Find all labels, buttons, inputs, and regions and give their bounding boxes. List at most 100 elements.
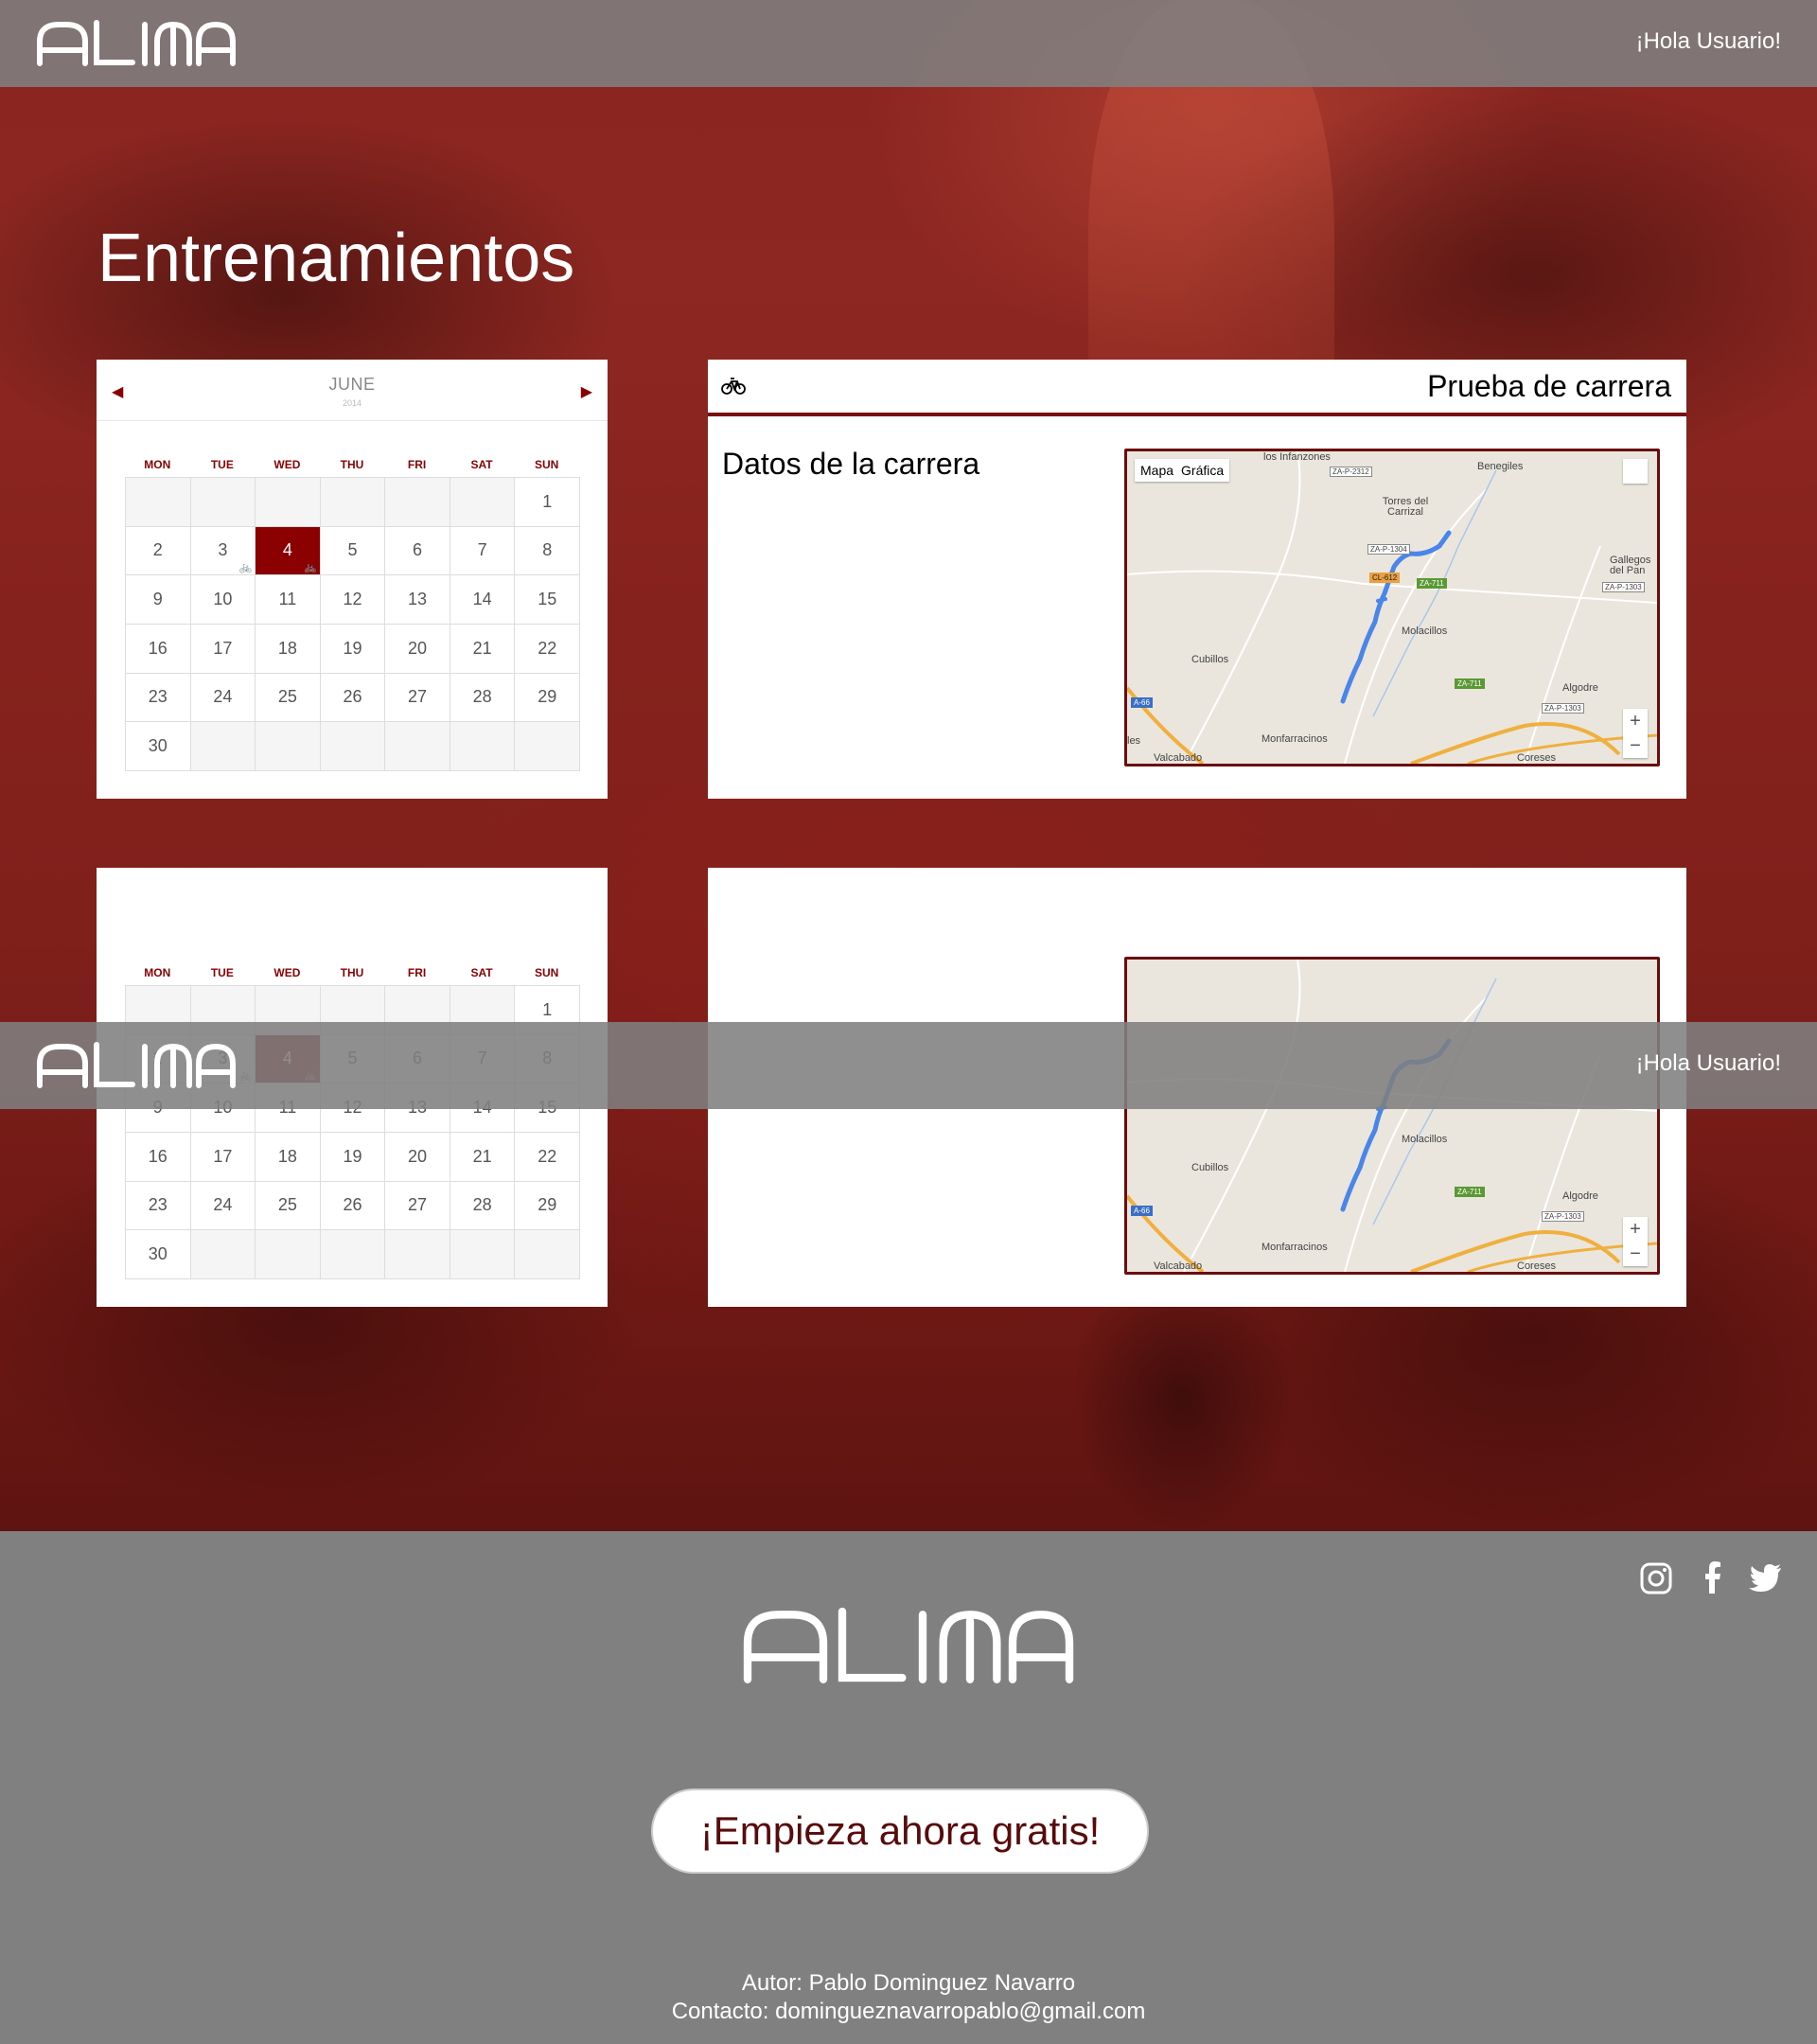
calendar-empty-cell xyxy=(256,722,321,771)
calendar-day[interactable]: 1 xyxy=(515,478,580,527)
calendar-day[interactable]: 25 xyxy=(256,1181,321,1231)
calendar-day[interactable]: 22 xyxy=(515,1133,580,1182)
race-card: Prueba de carrera Datos de la carrera Ma… xyxy=(708,360,1686,799)
alma-logo[interactable] xyxy=(34,19,238,66)
calendar-day[interactable]: 10 xyxy=(190,575,256,625)
training-calendar: ◀ JUNE 2014 ▶ MON TUE WED THU FRI SAT SU… xyxy=(97,360,608,799)
calendar-day[interactable]: 30 xyxy=(126,1230,191,1279)
calendar-day[interactable]: 15 xyxy=(515,575,580,625)
calendar-empty-cell xyxy=(450,1230,516,1279)
weekday-label: FRI xyxy=(407,966,427,979)
calendar-day[interactable]: 24 xyxy=(190,673,256,723)
zoom-out-button[interactable]: − xyxy=(1623,1242,1648,1266)
calendar-day[interactable]: 30 xyxy=(126,722,191,771)
calendar-day[interactable]: 3🚲 xyxy=(190,526,256,576)
calendar-day[interactable]: 28 xyxy=(450,673,516,723)
zoom-in-button[interactable]: + xyxy=(1623,1217,1648,1242)
weekday-label: SUN xyxy=(534,458,559,471)
calendar-empty-cell xyxy=(450,478,516,527)
calendar-day[interactable]: 19 xyxy=(320,1133,386,1182)
calendar-day[interactable]: 21 xyxy=(450,1133,516,1182)
calendar-day[interactable]: 24 xyxy=(190,1181,256,1231)
map-place-label: Coreses xyxy=(1517,752,1556,764)
greeting-link[interactable]: ¡Hola Usuario! xyxy=(1636,1050,1781,1077)
weekday-label: TUE xyxy=(210,966,234,979)
start-free-button[interactable]: ¡Empieza ahora gratis! xyxy=(651,1788,1149,1874)
calendar-header: ◀ JUNE 2014 ▶ xyxy=(97,360,608,421)
calendar-empty-cell xyxy=(320,1230,386,1279)
calendar-day[interactable]: 26 xyxy=(320,673,386,723)
zoom-out-button[interactable]: − xyxy=(1623,733,1648,758)
chart-tab[interactable]: Gráfica xyxy=(1181,463,1224,478)
calendar-day-selected[interactable]: 4🚲 xyxy=(256,526,321,576)
calendar-day[interactable]: 7 xyxy=(450,526,516,576)
map-road-label: ZA-P-1304 xyxy=(1367,544,1410,555)
calendar-month: JUNE xyxy=(328,375,376,394)
calendar-day[interactable]: 5 xyxy=(320,526,386,576)
route-map[interactable]: Mapa Gráfica + − los Infanzones Benegile… xyxy=(1124,449,1660,766)
calendar-day[interactable]: 23 xyxy=(126,1181,191,1231)
calendar-empty-cell xyxy=(450,722,516,771)
footer-alma-logo[interactable] xyxy=(738,1605,1079,1684)
facebook-icon[interactable] xyxy=(1694,1559,1732,1597)
top-navbar: ¡Hola Usuario! xyxy=(0,0,1817,87)
calendar-day[interactable]: 16 xyxy=(126,625,191,674)
twitter-icon[interactable] xyxy=(1747,1559,1785,1597)
calendar-day[interactable]: 22 xyxy=(515,625,580,674)
calendar-day[interactable]: 27 xyxy=(385,1181,450,1231)
calendar-day[interactable]: 8 xyxy=(515,526,580,576)
map-tab[interactable]: Mapa xyxy=(1140,463,1173,478)
map-place-label: Cubillos xyxy=(1191,654,1229,665)
instagram-icon[interactable] xyxy=(1637,1559,1675,1597)
calendar-day[interactable]: 21 xyxy=(450,625,516,674)
calendar-day[interactable]: 14 xyxy=(450,575,516,625)
day-number: 3 xyxy=(218,540,228,560)
greeting-link[interactable]: ¡Hola Usuario! xyxy=(1636,28,1781,55)
footer: ¡Empieza ahora gratis! Autor: Pablo Domi… xyxy=(0,1531,1817,2044)
calendar-day[interactable]: 9 xyxy=(126,575,191,625)
map-road-label: A-66 xyxy=(1131,1206,1153,1216)
footer-contact[interactable]: Contacto: domingueznavarropablo@gmail.co… xyxy=(0,1999,1817,2025)
weekday-label: MON xyxy=(144,966,171,979)
fullscreen-icon[interactable] xyxy=(1623,459,1648,484)
calendar-day[interactable]: 2 xyxy=(126,526,191,576)
next-month-arrow-icon[interactable]: ▶ xyxy=(581,382,592,401)
calendar-day[interactable]: 27 xyxy=(385,673,450,723)
calendar-day[interactable]: 11 xyxy=(256,575,321,625)
calendar-day[interactable]: 20 xyxy=(385,625,450,674)
calendar-day[interactable]: 28 xyxy=(450,1181,516,1231)
calendar-day[interactable]: 13 xyxy=(385,575,450,625)
calendar-day[interactable]: 20 xyxy=(385,1133,450,1182)
calendar-day[interactable]: 17 xyxy=(190,625,256,674)
calendar-day[interactable]: 18 xyxy=(256,625,321,674)
calendar-day[interactable]: 6 xyxy=(385,526,450,576)
zoom-in-button[interactable]: + xyxy=(1623,709,1648,733)
calendar-empty-cell xyxy=(190,722,256,771)
calendar-empty-cell xyxy=(320,478,386,527)
calendar-day[interactable]: 29 xyxy=(515,673,580,723)
weekday-label: THU xyxy=(340,966,364,979)
calendar-day[interactable]: 25 xyxy=(256,673,321,723)
calendar-day[interactable]: 18 xyxy=(256,1133,321,1182)
calendar-day[interactable]: 12 xyxy=(320,575,386,625)
calendar-day[interactable]: 23 xyxy=(126,673,191,723)
race-title: Prueba de carrera xyxy=(1427,369,1671,403)
route-line xyxy=(1340,530,1452,704)
map-canvas[interactable] xyxy=(1127,960,1657,1272)
calendar-day[interactable]: 17 xyxy=(190,1133,256,1182)
alma-logo[interactable] xyxy=(34,1041,238,1088)
footer-author: Autor: Pablo Dominguez Navarro xyxy=(741,1970,1076,1996)
route-map[interactable]: + − Molacillos Cubillos Algodre Monfarra… xyxy=(1124,957,1660,1275)
calendar-day[interactable]: 16 xyxy=(126,1133,191,1182)
map-road-label: ZA-P-1303 xyxy=(1542,703,1584,714)
weekday-label: THU xyxy=(340,458,364,471)
map-road-label: ZA-P-1303 xyxy=(1602,582,1645,592)
map-place-label: les xyxy=(1127,735,1141,747)
calendar-day[interactable]: 19 xyxy=(320,625,386,674)
map-road-label: ZA-P-1303 xyxy=(1542,1211,1584,1222)
sticky-navbar: ¡Hola Usuario! xyxy=(0,1022,1817,1109)
weekday-label: SAT xyxy=(470,458,493,471)
calendar-day[interactable]: 29 xyxy=(515,1181,580,1231)
map-place-label: Monfarracinos xyxy=(1261,733,1328,745)
calendar-day[interactable]: 26 xyxy=(320,1181,386,1231)
